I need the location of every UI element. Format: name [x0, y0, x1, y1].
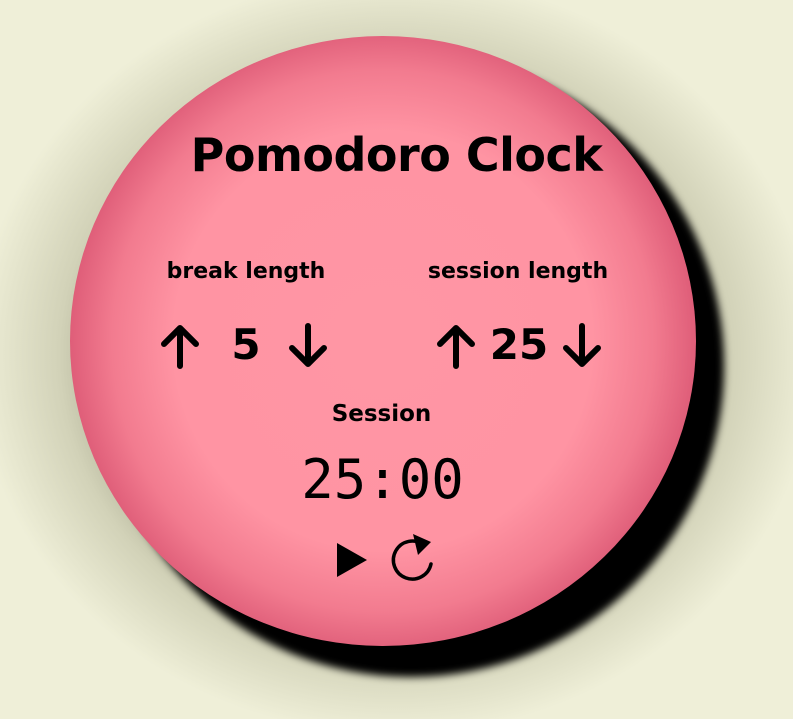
timer-label: Session	[331, 401, 432, 427]
play-icon	[337, 543, 367, 577]
session-decrement-button[interactable]	[560, 322, 604, 370]
session-increment-button[interactable]	[434, 322, 478, 370]
reset-button[interactable]	[386, 531, 438, 585]
arrow-down-icon	[563, 323, 601, 367]
app-title: Pomodoro Clock	[190, 128, 603, 182]
break-decrement-button[interactable]	[286, 322, 330, 370]
refresh-icon	[391, 534, 433, 581]
play-button[interactable]	[334, 540, 370, 580]
session-length-value: 25	[489, 320, 549, 369]
arrow-down-icon	[289, 323, 327, 367]
session-length-label: session length	[427, 259, 609, 284]
arrow-up-icon	[437, 325, 475, 369]
break-length-value: 5	[231, 320, 261, 369]
arrow-up-icon	[161, 325, 199, 369]
timer-display: 25:00	[301, 448, 464, 511]
break-increment-button[interactable]	[158, 322, 202, 370]
break-length-label: break length	[166, 259, 326, 284]
